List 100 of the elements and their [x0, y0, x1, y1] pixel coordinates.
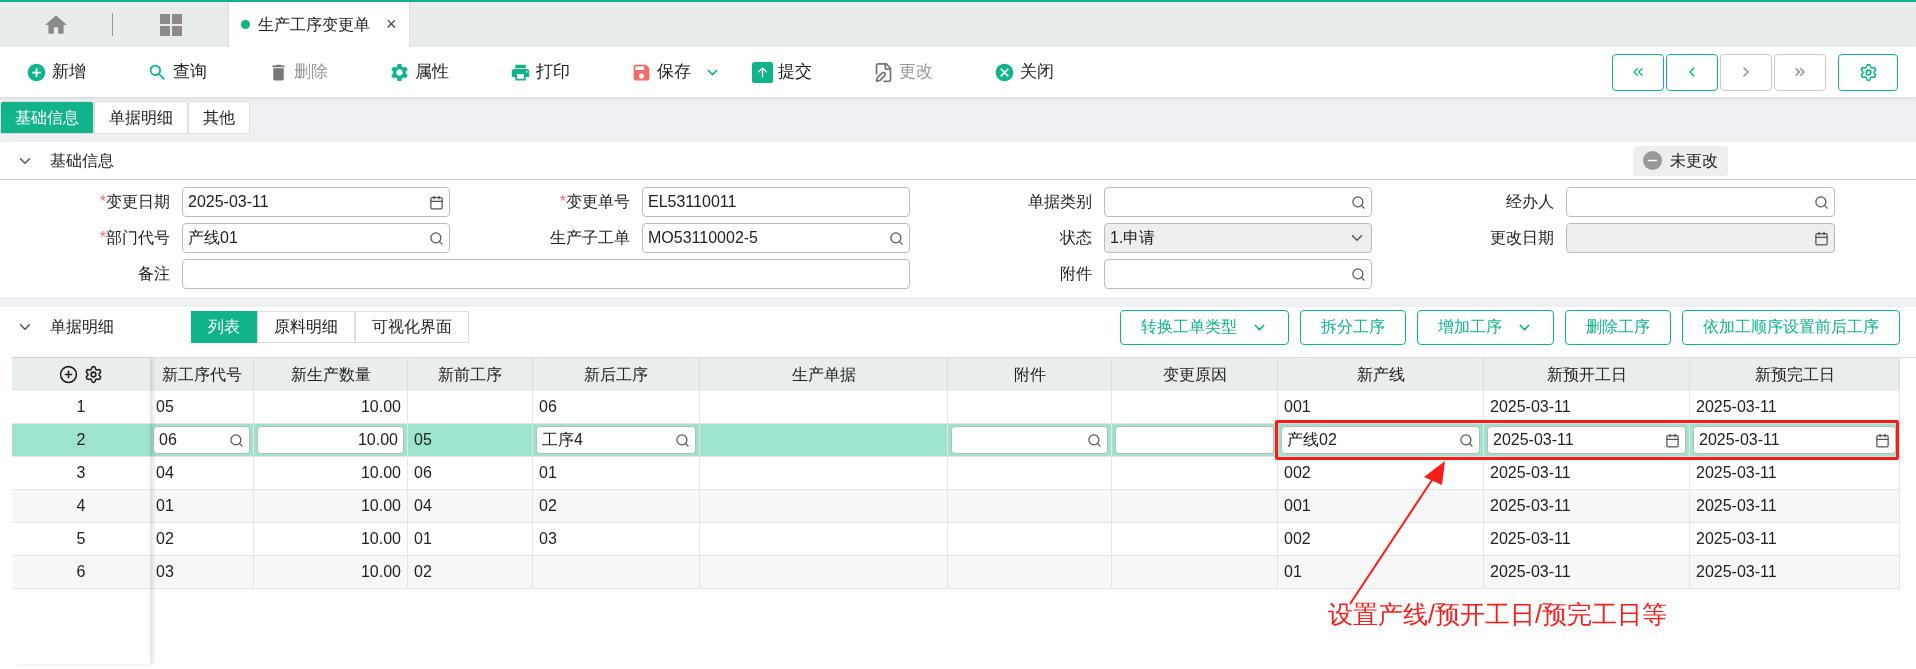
search-icon [429, 230, 444, 246]
table-cell-text: 2025-03-11 [1695, 496, 1778, 516]
annotation-text: 设置产线/预开工日/预完工日等 [1328, 599, 1667, 630]
settings-icon[interactable] [84, 365, 103, 384]
table-cell-text: 002 [1283, 463, 1312, 483]
input-field[interactable]: 2025-03-11 [182, 187, 450, 217]
form-tab[interactable]: 其他 [188, 101, 250, 134]
table-cell-text: 001 [1283, 397, 1312, 417]
grid-icon[interactable] [159, 13, 182, 36]
row-number[interactable]: 3 [12, 457, 150, 490]
table-cell-text: 04 [413, 496, 433, 516]
field-label: 更改日期 [1489, 228, 1555, 248]
section-title: 单据明细 [50, 317, 115, 337]
input-field[interactable] [1104, 259, 1372, 289]
field-label: *部门代号 [98, 228, 171, 248]
table-cell-text: 10.00 [359, 562, 402, 582]
toolbar-button[interactable]: 提交 [752, 59, 873, 85]
table-cell-text: 001 [1283, 496, 1312, 516]
field-label: 经办人 [1505, 192, 1555, 212]
table-cell-text: 02 [413, 562, 433, 582]
table-cell-text: 2025-03-11 [1695, 397, 1778, 417]
cell-input[interactable]: 产线02 [1281, 426, 1480, 454]
table-cell-text: 10.00 [359, 463, 402, 483]
toolbar-button[interactable]: 打印 [510, 59, 631, 85]
table-cell-text: 2025-03-11 [1489, 463, 1572, 483]
calendar-icon [1875, 432, 1890, 448]
table-cell-text: 01 [413, 529, 433, 549]
table-cell-text: 02 [155, 529, 175, 549]
calendar-icon [1814, 230, 1829, 246]
upload-icon [752, 61, 773, 83]
toolbar-button[interactable]: 查询 [147, 59, 268, 85]
status-badge: 未更改 [1633, 145, 1728, 176]
table-cell-text: 002 [1283, 529, 1312, 549]
cell-input[interactable] [951, 426, 1108, 454]
document-edit-icon [873, 61, 894, 83]
row-number[interactable]: 4 [12, 490, 150, 523]
table-cell-text: 06 [538, 397, 558, 417]
toolbar-button[interactable]: 新增 [26, 59, 147, 85]
table-cell-text: 03 [538, 529, 558, 549]
table-cell-text: 01 [538, 463, 558, 483]
calendar-icon [1665, 432, 1680, 448]
document-tab[interactable]: 生产工序变更单 × [228, 2, 410, 47]
toolbar-button[interactable]: 关闭 [994, 59, 1115, 85]
settings-icon [1858, 62, 1878, 82]
table-cell-text: 01 [1283, 562, 1303, 582]
field-label: 备注 [137, 264, 171, 284]
view-tab[interactable]: 可视化界面 [355, 311, 469, 343]
field-label: *变更日期 [98, 192, 171, 212]
table-cell-text: 10.00 [359, 496, 402, 516]
cell-input[interactable]: 工序4 [536, 426, 696, 454]
field-label: 生产子工单 [549, 228, 631, 248]
search-icon [889, 230, 904, 246]
table-cell-text: 2025-03-11 [1489, 397, 1572, 417]
status-select[interactable]: 1.申请 [1104, 223, 1372, 253]
cell-input[interactable]: 10.00 [257, 426, 404, 454]
gear-icon [389, 61, 410, 83]
cell-input[interactable]: 06 [153, 426, 250, 454]
close-icon[interactable]: × [386, 11, 397, 38]
row-number[interactable]: 1 [12, 391, 150, 424]
tab-label[interactable]: 生产工序变更单 [258, 12, 370, 37]
form-tab[interactable]: 单据明细 [94, 101, 188, 134]
cell-input[interactable]: 2025-03-11 [1487, 426, 1686, 454]
row-number[interactable]: 6 [12, 556, 150, 589]
calendar-icon [429, 194, 444, 210]
table-cell-text: 2025-03-11 [1695, 463, 1778, 483]
input-field[interactable]: MO53110002-5 [642, 223, 910, 253]
table-cell-text: 06 [413, 463, 433, 483]
row-number[interactable]: 2 [12, 424, 150, 457]
toolbar-button[interactable]: 保存 [631, 59, 752, 85]
field-label: *变更单号 [558, 192, 631, 212]
table-cell-text: 2025-03-11 [1489, 529, 1572, 549]
input-field[interactable] [1566, 187, 1835, 217]
close-icon [994, 61, 1015, 83]
input-field[interactable]: 产线01 [182, 223, 450, 253]
input-field[interactable] [1104, 187, 1372, 217]
search-icon [675, 432, 690, 448]
table-cell-text: 10.00 [359, 529, 402, 549]
cell-input[interactable]: 2025-03-11 [1693, 426, 1896, 454]
input-field[interactable]: EL53110011 [642, 187, 910, 217]
pager-button[interactable] [1612, 53, 1664, 91]
table-cell-text: 01 [155, 496, 175, 516]
table-cell-text: 04 [155, 463, 175, 483]
pager-button[interactable] [1666, 53, 1718, 91]
table-cell-text: 05 [413, 431, 433, 448]
table-cell-text: 02 [538, 496, 558, 516]
field-label: 状态 [1059, 228, 1093, 248]
settings-button[interactable] [1838, 53, 1898, 91]
search-icon [1814, 194, 1829, 210]
section-title: 基础信息 [50, 150, 114, 171]
row-number[interactable]: 5 [12, 523, 150, 556]
toolbar-button[interactable]: 属性 [389, 59, 510, 85]
field-label: 单据类别 [1027, 192, 1093, 212]
cell-input[interactable] [1115, 426, 1274, 454]
search-icon [1351, 266, 1366, 282]
view-tab[interactable]: 原料明细 [257, 311, 355, 343]
add-row-icon[interactable] [59, 365, 78, 384]
field-label: 附件 [1059, 264, 1093, 284]
table-cell-text: 05 [155, 397, 175, 417]
search-icon [229, 432, 244, 448]
input-field[interactable] [182, 259, 910, 289]
